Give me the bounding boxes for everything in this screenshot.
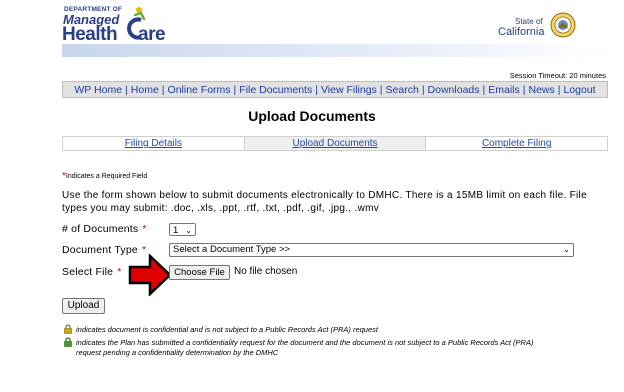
nav-news[interactable]: News bbox=[526, 84, 556, 96]
tab-filing-details[interactable]: Filing Details bbox=[63, 137, 244, 150]
nav-file-documents[interactable]: File Documents bbox=[237, 84, 314, 96]
intro-text: Use the form shown below to submit docum… bbox=[62, 190, 587, 214]
california-seal-icon bbox=[550, 12, 576, 38]
logo-health-text: Health bbox=[62, 24, 118, 45]
main-nav: WP Home | Home | Online Forms | File Docume… bbox=[62, 81, 608, 98]
nav-downloads[interactable]: Downloads bbox=[426, 84, 482, 96]
nav-home[interactable]: Home bbox=[129, 84, 161, 96]
red-arrow-icon bbox=[128, 254, 172, 296]
nav-emails[interactable]: Emails bbox=[486, 84, 522, 96]
nav-online-forms[interactable]: Online Forms bbox=[166, 84, 233, 96]
nav-logout[interactable]: Logout bbox=[561, 84, 597, 96]
note-pending: indicates the Plan has submitted a confi… bbox=[76, 338, 534, 357]
select-file-label: Select File * bbox=[62, 266, 122, 278]
chevron-down-icon: ⌄ bbox=[185, 226, 192, 235]
no-file-chosen-text: No file chosen bbox=[234, 266, 298, 277]
nav-wp-home[interactable]: WP Home bbox=[72, 84, 124, 96]
required-field-note: *Indicates a Required Field bbox=[62, 171, 148, 182]
filing-tabs: Filing Details Upload Documents Complete… bbox=[62, 136, 608, 151]
upload-button[interactable]: Upload bbox=[62, 298, 105, 314]
document-type-select[interactable]: Select a Document Type >> ⌄ bbox=[169, 243, 574, 257]
header-banner bbox=[62, 44, 608, 57]
session-timeout: Session Timeout: 20 minutes bbox=[509, 71, 606, 80]
note-confidential: indicates document is confidential and i… bbox=[76, 325, 378, 334]
nav-view-filings[interactable]: View Filings bbox=[319, 84, 379, 96]
logo-care-text: are bbox=[138, 24, 166, 45]
california-text: California bbox=[498, 26, 545, 38]
num-documents-label: # of Documents * bbox=[62, 223, 147, 235]
lock-pending-icon bbox=[64, 337, 72, 347]
tab-upload-documents[interactable]: Upload Documents bbox=[243, 137, 427, 150]
nav-search[interactable]: Search bbox=[384, 84, 421, 96]
choose-file-button[interactable]: Choose File bbox=[169, 265, 230, 280]
tab-complete-filing[interactable]: Complete Filing bbox=[426, 137, 607, 150]
page-title: Upload Documents bbox=[248, 108, 376, 124]
lock-confidential-icon bbox=[64, 324, 72, 334]
chevron-down-icon: ⌄ bbox=[563, 245, 570, 254]
state-of-text: State of bbox=[515, 17, 543, 26]
num-documents-select[interactable]: 1 ⌄ bbox=[169, 223, 196, 236]
